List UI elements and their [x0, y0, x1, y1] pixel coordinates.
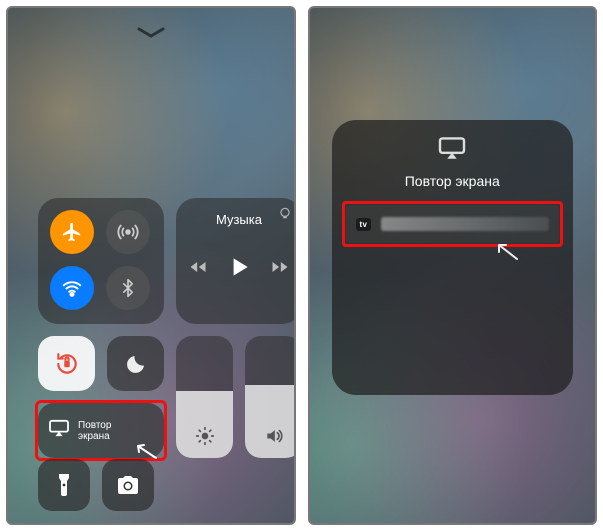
control-center-screen: Музыка [6, 6, 296, 525]
screen-mirroring-sheet-screen: Повтор экрана tv [308, 6, 598, 525]
airplay-icon [48, 419, 70, 442]
apple-tv-badge: tv [356, 218, 372, 231]
screen-mirroring-sheet: Повтор экрана tv [332, 120, 574, 395]
music-title-label: Музыка [188, 212, 290, 227]
tutorial-arrow-icon [491, 241, 519, 261]
sheet-title: Повтор экрана [405, 173, 500, 189]
airplane-mode-toggle[interactable] [50, 210, 94, 254]
device-name-redacted [381, 217, 549, 231]
wifi-toggle[interactable] [50, 266, 94, 310]
airplay-audio-icon[interactable] [278, 206, 292, 225]
chevron-down-icon[interactable] [137, 26, 165, 44]
rewind-button[interactable] [188, 257, 208, 282]
airplay-device-row[interactable]: tv [346, 205, 560, 243]
music-panel[interactable]: Музыка [176, 198, 296, 324]
rotation-lock-toggle[interactable] [38, 336, 95, 391]
screen-mirroring-button[interactable]: Повтор экрана [38, 403, 164, 458]
tutorial-arrow-icon [130, 440, 158, 460]
volume-slider[interactable] [245, 336, 296, 458]
sliders-group [176, 336, 296, 458]
music-transport [188, 227, 290, 312]
bluetooth-toggle[interactable] [106, 266, 150, 310]
flashlight-button[interactable] [38, 459, 90, 511]
screen-mirroring-label: Повтор экрана [78, 420, 111, 442]
forward-button[interactable] [270, 257, 290, 282]
control-center-tiles: Музыка [38, 198, 264, 458]
connectivity-panel [38, 198, 164, 324]
airplay-icon [437, 136, 467, 165]
lock-dnd-row [38, 336, 164, 391]
bottom-shortcuts [38, 459, 154, 511]
play-button[interactable] [226, 254, 252, 285]
brightness-slider[interactable] [176, 336, 233, 458]
cellular-data-toggle[interactable] [106, 210, 150, 254]
do-not-disturb-toggle[interactable] [107, 336, 164, 391]
camera-button[interactable] [102, 459, 154, 511]
